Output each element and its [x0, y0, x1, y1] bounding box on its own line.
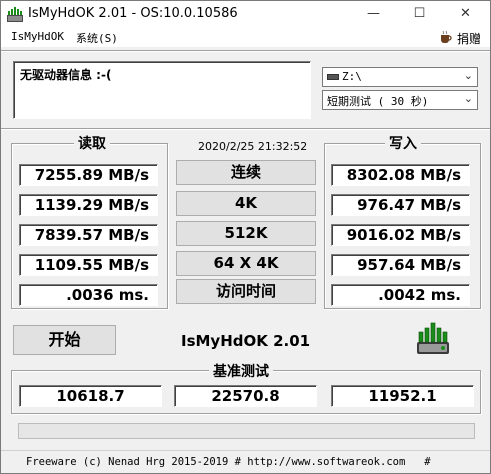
- app-name-label: IsMyHdOK 2.01: [181, 332, 311, 350]
- test-duration-select[interactable]: 短期测试 ( 30 秒) ⌄: [322, 90, 478, 110]
- chevron-down-icon[interactable]: ⌄: [464, 92, 473, 105]
- read-sequential-value: 7255.89 MB/s: [19, 164, 158, 186]
- coffee-cup-icon[interactable]: [439, 30, 453, 44]
- hdd-benchmark-icon: [417, 322, 449, 354]
- header-separator: [1, 128, 490, 130]
- write-heading: 写入: [385, 133, 421, 153]
- menu-system[interactable]: 系统(S): [76, 30, 118, 46]
- app-window: IsMyHdOK 2.01 - OS:10.0.10586 — ☐ ✕ IsMy…: [0, 0, 491, 474]
- menu-bar: IsMyHdOK 系统(S) 捐赠: [1, 27, 490, 47]
- 512k-button[interactable]: 512K: [176, 221, 316, 246]
- chevron-down-icon[interactable]: ⌄: [464, 69, 473, 82]
- write-score-value: 11952.1: [331, 385, 474, 407]
- window-title: IsMyHdOK 2.01 - OS:10.0.10586: [28, 6, 238, 21]
- drive-select-value: Z:\: [327, 70, 362, 83]
- minimize-button[interactable]: —: [351, 1, 396, 27]
- start-button[interactable]: 开始: [13, 325, 116, 355]
- donate-link[interactable]: 捐赠: [457, 30, 481, 47]
- benchmark-heading: 基准测试: [209, 361, 273, 381]
- access-time-button[interactable]: 访问时间: [176, 279, 316, 304]
- drive-info-text: 无驱动器信息 :-(: [20, 68, 112, 82]
- sequential-button[interactable]: 连续: [176, 160, 316, 185]
- drive-info-box: 无驱动器信息 :-(: [13, 61, 311, 119]
- status-bar: Freeware (c) Nenad Hrg 2015-2019 # http:…: [1, 450, 490, 473]
- read-4k-value: 1139.29 MB/s: [19, 194, 158, 216]
- read-64x4k-value: 1109.55 MB/s: [19, 254, 158, 276]
- write-4k-value: 976.47 MB/s: [331, 194, 470, 216]
- close-button[interactable]: ✕: [443, 1, 488, 27]
- read-512k-value: 7839.57 MB/s: [19, 224, 158, 246]
- write-64x4k-value: 957.64 MB/s: [331, 254, 470, 276]
- test-timestamp: 2020/2/25 21:32:52: [198, 140, 308, 153]
- drive-icon: [327, 74, 339, 80]
- read-score-value: 10618.7: [19, 385, 162, 407]
- write-sequential-value: 8302.08 MB/s: [331, 164, 470, 186]
- app-hdd-icon: [7, 7, 23, 22]
- 4k-button[interactable]: 4K: [176, 191, 316, 216]
- read-access-time-value: .0036 ms.: [19, 284, 158, 306]
- progress-bar: [18, 423, 475, 439]
- drive-select[interactable]: Z:\ ⌄: [322, 67, 478, 87]
- total-score-value: 22570.8: [174, 385, 317, 407]
- write-access-time-value: .0042 ms.: [331, 284, 470, 306]
- 64x4k-button[interactable]: 64 X 4K: [176, 251, 316, 276]
- title-bar: IsMyHdOK 2.01 - OS:10.0.10586 — ☐ ✕: [1, 1, 490, 27]
- menu-ismyhdok[interactable]: IsMyHdOK: [11, 30, 64, 43]
- write-512k-value: 9016.02 MB/s: [331, 224, 470, 246]
- read-heading: 读取: [74, 133, 110, 153]
- menu-separator: [1, 50, 490, 52]
- status-text[interactable]: Freeware (c) Nenad Hrg 2015-2019 # http:…: [26, 456, 431, 468]
- maximize-button[interactable]: ☐: [397, 1, 442, 27]
- test-duration-value: 短期测试 ( 30 秒): [327, 95, 429, 108]
